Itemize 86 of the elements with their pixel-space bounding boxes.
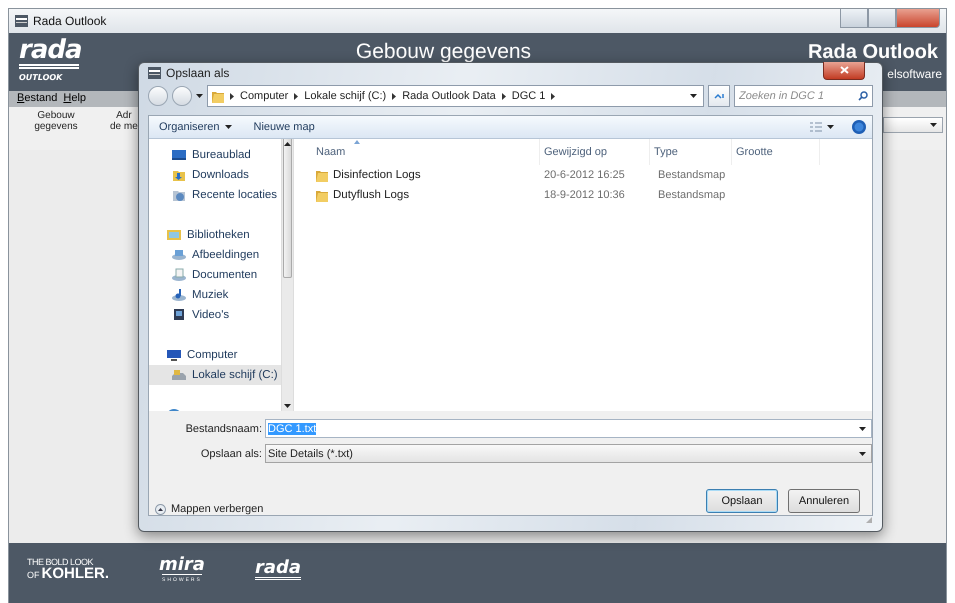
modified-date: 20-6-2012 16:25 — [543, 169, 626, 181]
nav-item[interactable]: Afbeeldingen — [149, 245, 281, 265]
scroll-thumb[interactable] — [283, 139, 292, 278]
address-bar[interactable]: Computer Lokale schijf (C:) Rada Outlook Data DGC 1 — [207, 85, 704, 107]
maximize-button[interactable] — [868, 9, 896, 28]
folder-icon — [316, 188, 328, 202]
search-field[interactable]: Zoeken in DGC 1 — [734, 85, 873, 107]
scroll-up-icon — [284, 142, 291, 146]
dialog-button[interactable]: Annuleren — [788, 489, 860, 513]
modified-date: 18-9-2012 10:36 — [543, 189, 626, 201]
scrollbar[interactable] — [281, 139, 294, 411]
logo-wordmark: rada — [19, 37, 79, 69]
column-header[interactable]: Grootte — [732, 139, 820, 165]
nav-item[interactable]: Bureaublad — [149, 145, 281, 165]
chevron-icon — [392, 92, 396, 100]
back-button[interactable] — [148, 86, 168, 106]
command-button[interactable]: Organiseren — [155, 119, 236, 135]
file-name: Disinfection Logs — [333, 169, 421, 181]
logo-subtitle: OUTLOOK — [19, 73, 64, 82]
default-button[interactable]: Opslaan — [706, 489, 778, 513]
menu-item[interactable]: Help — [63, 92, 86, 106]
history-caret-icon — [196, 94, 203, 98]
list-view-icon — [810, 122, 822, 132]
dropdown-field[interactable] — [883, 117, 943, 133]
page-title: Gebouw gegevens — [354, 40, 532, 64]
document-icon — [171, 267, 187, 283]
file-name: Dutyflush Logs — [333, 189, 410, 201]
caret-icon — [690, 94, 697, 98]
rada-logo: rada — [254, 558, 302, 580]
picture-icon — [171, 247, 187, 263]
close-button[interactable] — [823, 62, 865, 80]
nav-item[interactable]: Lokale schijf (C:) — [149, 365, 281, 385]
type-dropdown[interactable]: Site Details (*.txt) — [265, 444, 872, 463]
refresh-button[interactable] — [708, 85, 730, 107]
drive-icon — [171, 367, 187, 383]
hide-folders-button[interactable]: Mappen verbergen — [155, 503, 264, 515]
brand-name: Rada Outlook — [808, 41, 938, 64]
scroll-down-icon — [284, 404, 291, 408]
nav-item[interactable]: Documenten — [149, 265, 281, 285]
file-row[interactable]: Dutyflush Logs — [308, 188, 540, 202]
minimize-button[interactable] — [840, 9, 868, 28]
column-header[interactable]: Type — [650, 139, 732, 165]
folder-icon — [212, 90, 224, 102]
field-label: Opslaan als: — [200, 448, 262, 460]
menu-item[interactable]: Bestand — [17, 92, 58, 106]
nav-item[interactable]: Downloads — [149, 165, 281, 185]
app-icon — [15, 15, 28, 27]
app-icon — [148, 66, 161, 78]
toolbar-button[interactable]: Gebouw gegevens — [23, 110, 89, 132]
chevron-icon — [230, 92, 234, 100]
file-row[interactable]: Disinfection Logs — [308, 168, 540, 182]
computer-icon — [166, 347, 182, 363]
nav-item[interactable]: Computer — [149, 345, 281, 365]
chevron-icon — [294, 92, 298, 100]
forward-button[interactable] — [172, 86, 192, 106]
caret-icon — [930, 123, 937, 127]
refresh-icon — [714, 92, 724, 100]
nav-item[interactable]: Recente locaties — [149, 185, 281, 205]
window-title: Rada Outlook — [33, 14, 106, 28]
film-icon — [171, 307, 187, 323]
nav-item[interactable]: Muziek — [149, 285, 281, 305]
monitor-icon — [171, 147, 187, 163]
dialog-title: Opslaan als — [166, 66, 230, 80]
file-type: Bestandsmap — [657, 189, 726, 201]
caret-icon — [827, 125, 834, 129]
close-icon — [840, 66, 848, 74]
caret-icon — [859, 426, 866, 430]
search-icon — [858, 91, 868, 101]
chevron-icon — [502, 92, 506, 100]
help-icon[interactable] — [852, 120, 866, 134]
file-type: Bestandsmap — [657, 169, 726, 181]
music-note-icon — [171, 287, 187, 303]
field-label: Bestandsnaam: — [184, 422, 262, 434]
nav-item[interactable]: Bibliotheken — [149, 225, 281, 245]
chevron-icon — [551, 92, 556, 100]
folder-icon — [316, 168, 328, 182]
column-header[interactable]: Gewijzigd op — [540, 139, 650, 165]
command-button[interactable]: Nieuwe map — [250, 119, 319, 135]
sort-arrow-icon — [354, 140, 360, 144]
kohler-logo: THE BOLD LOOK OF KOHLER. — [27, 556, 109, 582]
library-icon — [166, 227, 182, 243]
nav-item[interactable]: Video's — [149, 305, 281, 325]
brand-tagline: elsoftware — [887, 67, 942, 81]
caret-icon — [224, 125, 232, 129]
toolbar-button[interactable]: Adr de me — [110, 110, 138, 132]
caret-icon — [859, 452, 866, 456]
